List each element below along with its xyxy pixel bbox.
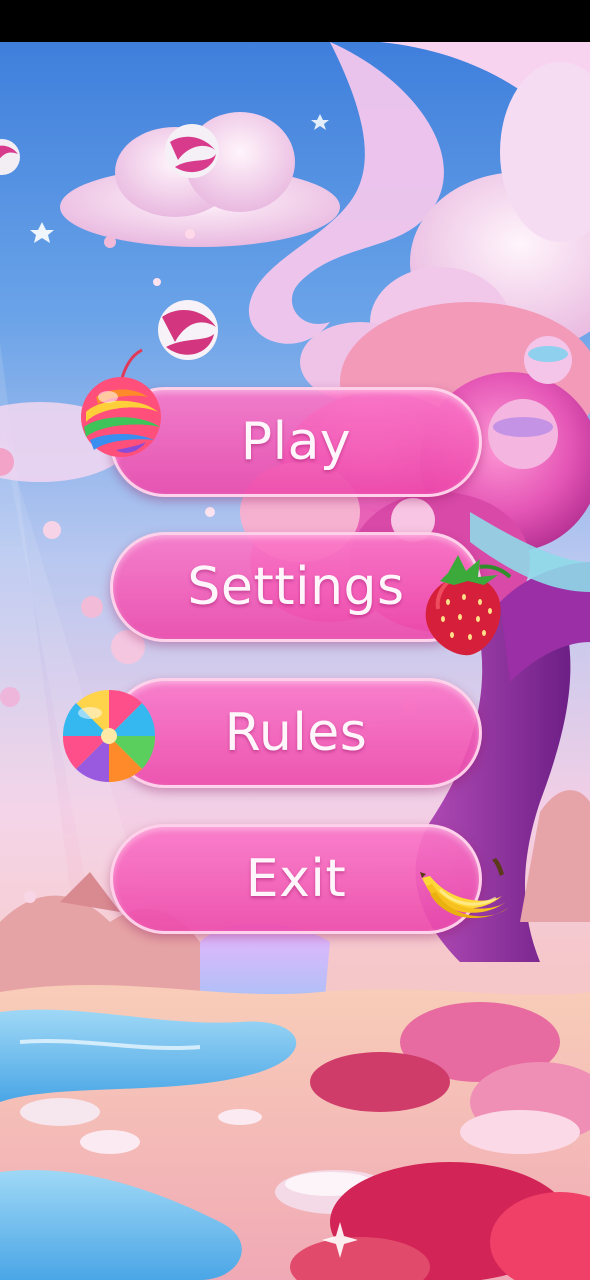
exit-label: Exit	[245, 849, 347, 909]
settings-label: Settings	[187, 557, 405, 617]
strawberry-icon	[425, 555, 512, 656]
banana-icon	[420, 858, 508, 919]
background-art	[0, 42, 590, 1280]
play-label: Play	[240, 412, 352, 472]
status-bar	[0, 0, 590, 42]
rules-label: Rules	[224, 703, 368, 763]
candy-land-background: Play Settings Rules Exit	[0, 42, 590, 1280]
swirl-lollipop-icon	[62, 689, 156, 783]
rainbow-candy-ball-icon	[81, 348, 161, 457]
rules-button[interactable]: Rules	[110, 678, 482, 788]
game-screen: Play Settings Rules Exit	[0, 0, 590, 1280]
